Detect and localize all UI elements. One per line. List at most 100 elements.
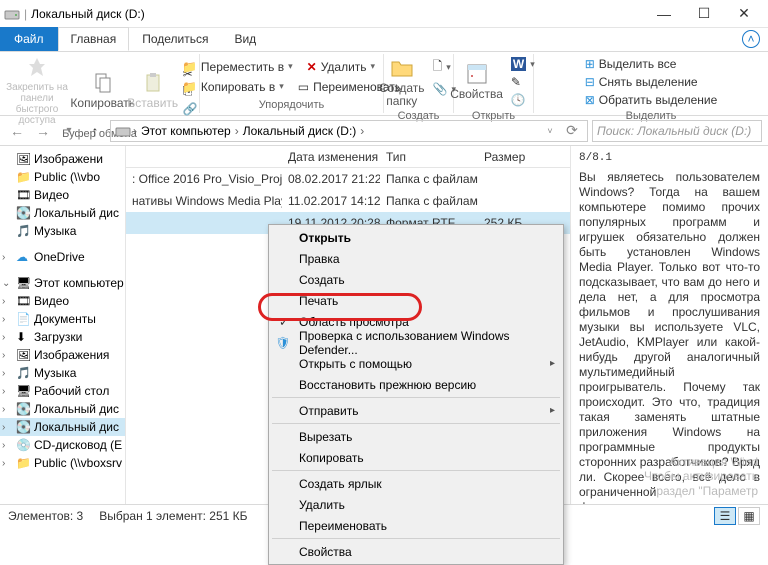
ctx-open-with[interactable]: Открыть с помощью▸ <box>271 353 561 374</box>
file-row[interactable]: : Office 2016 Pro_Visio_Project 08.02.20… <box>126 168 570 190</box>
file-row[interactable]: нативы Windows Media Player 11.02.2017 1… <box>126 190 570 212</box>
tab-file[interactable]: Файл <box>0 27 58 51</box>
nav-item-cd[interactable]: ›💿CD-дисковод (E <box>0 436 125 454</box>
new-folder-button[interactable]: Создать папку <box>379 56 425 108</box>
copy-button[interactable]: Копировать <box>81 56 125 126</box>
nav-item-video2[interactable]: ›🎞Видео <box>0 292 125 310</box>
nav-item-thispc[interactable]: ⌄🖥Этот компьютер <box>0 274 125 292</box>
window-title: Локальный диск (D:) <box>31 7 145 21</box>
col-date[interactable]: Дата изменения <box>282 150 380 164</box>
edit-ribbon-button[interactable]: ✎ <box>509 74 537 90</box>
group-select: ⊞Выделить все ⊟Снять выделение ⊠Обратить… <box>534 54 768 113</box>
paste-icon <box>141 71 165 95</box>
crumb-chevron[interactable]: › <box>133 124 137 138</box>
open-dd-button[interactable]: W▾ <box>509 56 537 72</box>
select-none-button[interactable]: ⊟Снять выделение <box>583 74 720 90</box>
nav-item-c[interactable]: ›💽Локальный дис <box>0 400 125 418</box>
paste-button[interactable]: Вставить <box>131 56 175 126</box>
ctx-cut[interactable]: Вырезать <box>271 426 561 447</box>
crumb-here[interactable]: Локальный диск (D:) <box>241 124 359 138</box>
ctx-restore[interactable]: Восстановить прежнюю версию <box>271 374 561 395</box>
move-to-button[interactable]: 📁Переместить в▾ <box>180 59 295 75</box>
title-bar: | Локальный диск (D:) — ☐ ✕ <box>0 0 768 28</box>
ctx-defender[interactable]: 🛡Проверка с использованием Windows Defen… <box>271 332 561 353</box>
col-size[interactable]: Размер <box>478 150 538 164</box>
view-details-button[interactable]: ☰ <box>714 507 736 525</box>
selectnone-icon: ⊟ <box>585 75 595 89</box>
pin-icon <box>25 56 49 80</box>
col-type[interactable]: Тип <box>380 150 478 164</box>
crumb-dropdown[interactable]: ˅ <box>539 120 561 142</box>
nav-back-button[interactable]: ← <box>6 120 28 142</box>
nav-item-downloads[interactable]: ›⬇Загрузки <box>0 328 125 346</box>
chevron-right-icon: ▸ <box>550 358 555 369</box>
group-open: Свойства W▾ ✎ 🕓 Открыть <box>454 54 534 113</box>
paste-shortcut-small-button[interactable]: 🔗 <box>181 101 200 117</box>
nav-item-pictures[interactable]: 🖼Изображени <box>0 150 125 168</box>
pin-quick-access-button[interactable]: Закрепить на панели быстрого доступа <box>0 56 75 126</box>
video-icon: 🎞 <box>16 188 30 202</box>
address-bar-row: ← → ▾ ↑ › Этот компьютер › Локальный дис… <box>0 116 768 146</box>
tab-share[interactable]: Поделиться <box>129 27 221 51</box>
crumb-thispc[interactable]: Этот компьютер <box>139 124 233 138</box>
nav-item-pub2[interactable]: ›📁Public (\\vboxsrv <box>0 454 125 472</box>
ctx-properties[interactable]: Свойства <box>271 541 561 562</box>
navigation-pane[interactable]: 🖼Изображени 📁Public (\\vbo 🎞Видео 💽Локал… <box>0 146 126 504</box>
drive-icon-small <box>115 123 131 139</box>
nav-item-public[interactable]: 📁Public (\\vbo <box>0 168 125 186</box>
nav-item-music[interactable]: 🎵Музыка <box>0 222 125 240</box>
tab-home[interactable]: Главная <box>58 27 130 51</box>
ribbon: Закрепить на панели быстрого доступа Коп… <box>0 52 768 116</box>
nav-item-music2[interactable]: ›🎵Музыка <box>0 364 125 382</box>
ribbon-tabs: Файл Главная Поделиться Вид ˄ <box>0 28 768 52</box>
search-input[interactable]: Поиск: Локальный диск (D:) <box>592 120 762 142</box>
chevron-right-icon: ▸ <box>550 405 555 416</box>
group-clipboard: Закрепить на панели быстрого доступа Коп… <box>0 54 200 113</box>
nav-forward-button[interactable]: → <box>32 120 54 142</box>
column-headers[interactable]: Дата изменения Тип Размер <box>126 146 570 168</box>
select-invert-button[interactable]: ⊠Обратить выделение <box>583 92 720 108</box>
tab-view[interactable]: Вид <box>221 27 269 51</box>
nav-recent-button[interactable]: ▾ <box>58 120 80 142</box>
maximize-button[interactable]: ☐ <box>684 0 724 28</box>
ctx-separator <box>272 423 560 424</box>
ctx-create[interactable]: Создать <box>271 269 561 290</box>
ribbon-toggle-button[interactable]: ˄ <box>742 30 760 48</box>
minimize-button[interactable]: — <box>644 0 684 28</box>
ctx-shortcut[interactable]: Создать ярлык <box>271 473 561 494</box>
ctx-separator <box>272 538 560 539</box>
view-thumbnails-button[interactable]: ▦ <box>738 507 760 525</box>
nav-item-docs[interactable]: ›📄Документы <box>0 310 125 328</box>
ctx-copy[interactable]: Копировать <box>271 447 561 468</box>
selectinvert-icon: ⊠ <box>585 93 595 107</box>
nav-item-d[interactable]: ›💽Локальный дис <box>0 418 125 436</box>
ctx-edit[interactable]: Правка <box>271 248 561 269</box>
group-label-organize: Упорядочить <box>259 97 324 111</box>
select-all-button[interactable]: ⊞Выделить все <box>583 56 720 72</box>
nav-item-desktop[interactable]: ›🖥Рабочий стол <box>0 382 125 400</box>
preview-pane: 8/8.1 Вы являетесь пользователем Windows… <box>570 146 768 504</box>
history-button[interactable]: 🕓 <box>509 92 537 108</box>
properties-button[interactable]: Свойства <box>450 56 503 108</box>
nav-item-pictures2[interactable]: ›🖼Изображения <box>0 346 125 364</box>
shield-icon: 🛡 <box>275 335 291 351</box>
delete-button[interactable]: ✕Удалить▾ <box>305 59 377 75</box>
ctx-open[interactable]: Открыть <box>271 227 561 248</box>
nav-item-video[interactable]: 🎞Видео <box>0 186 125 204</box>
close-button[interactable]: ✕ <box>724 0 764 28</box>
nav-up-button[interactable]: ↑ <box>84 120 106 142</box>
copy-to-button[interactable]: 📁Копировать в▾ <box>180 79 286 95</box>
context-menu: Открыть Правка Создать Печать Область пр… <box>268 224 564 565</box>
ctx-sendto[interactable]: Отправить▸ <box>271 400 561 421</box>
ctx-print[interactable]: Печать <box>271 290 561 311</box>
ctx-separator <box>272 470 560 471</box>
moveto-icon: 📁 <box>182 60 197 74</box>
ctx-delete[interactable]: Удалить <box>271 494 561 515</box>
nav-item-localdisk[interactable]: 💽Локальный дис <box>0 204 125 222</box>
breadcrumb[interactable]: › Этот компьютер › Локальный диск (D:) ›… <box>110 120 588 142</box>
refresh-button[interactable]: ⟳ <box>561 120 583 142</box>
nav-item-onedrive[interactable]: ›☁OneDrive <box>0 248 125 266</box>
drive-icon-nav: 💽 <box>16 206 30 220</box>
onedrive-icon: ☁ <box>16 250 30 264</box>
group-new: Создать папку 🗋▾ 📎▾ Создать <box>384 54 454 113</box>
